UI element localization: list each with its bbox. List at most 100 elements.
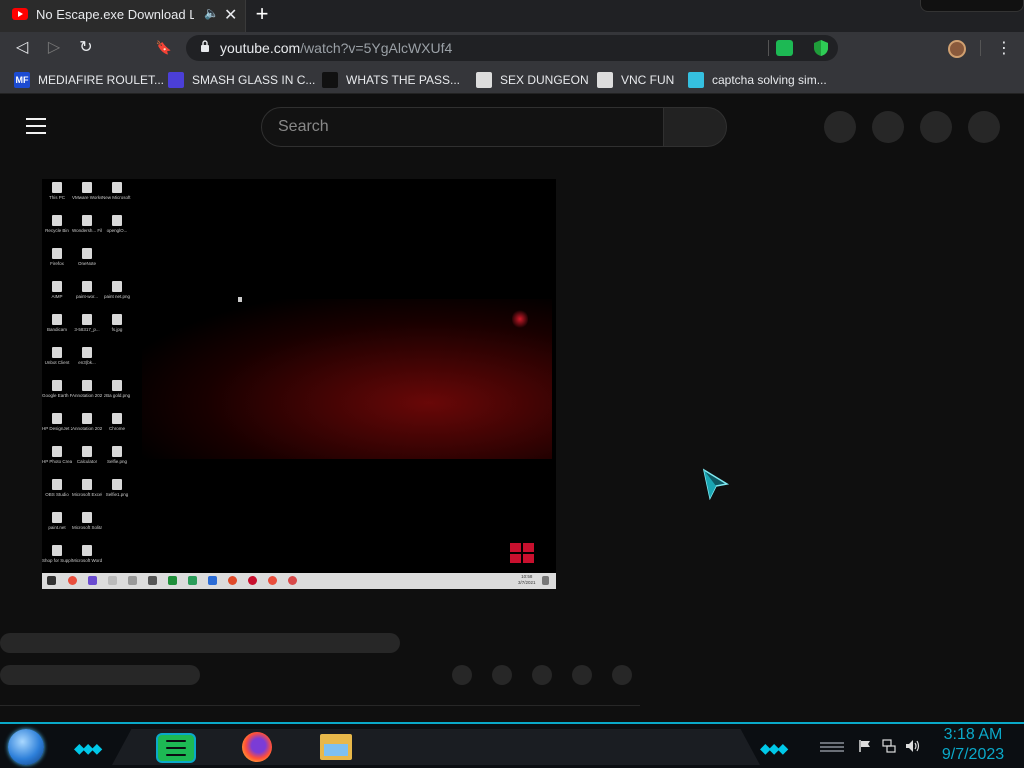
desktop-icon: New Microsoft ... (102, 182, 132, 210)
desktop-icon: Calculator (72, 446, 102, 474)
file-icon (112, 479, 122, 490)
desktop-icon-label: Microsoft Word (72, 558, 102, 563)
window-frame-decoration (920, 0, 1024, 12)
desktop-icon-label: Wondersh... Filmora9 (72, 228, 102, 233)
bookmark-page-button[interactable]: 🔖 (152, 36, 176, 60)
volume-icon[interactable] (905, 739, 921, 753)
desktop-icon-label: zBa gold.png (103, 393, 131, 398)
file-icon (82, 182, 92, 193)
app-icon (128, 576, 137, 585)
channel-placeholder (0, 665, 200, 685)
desktop-icon-label: paint net.png (103, 294, 131, 299)
profile-avatar[interactable] (948, 40, 966, 58)
desktop-icon-label: Recycle Bin (45, 228, 69, 233)
bookmark-item[interactable]: captcha solving sim... (688, 70, 827, 90)
desktop-icon-label: Annotation 2021-10... (72, 393, 102, 398)
bookmark-label: VNC FUN (621, 73, 675, 87)
app-icon (188, 576, 197, 585)
tray-overflow-icon[interactable] (820, 742, 844, 754)
hamburger-menu-icon[interactable] (26, 118, 46, 134)
desktop-icon: Recycle Bin (42, 215, 72, 243)
desktop-icon-label: This PC (48, 195, 65, 200)
spotify-taskbar-icon[interactable] (156, 733, 196, 763)
desktop-icon: HP DesignJet 2130 series (42, 413, 72, 441)
network-icon[interactable] (882, 739, 896, 753)
back-button[interactable]: ◁ (10, 36, 34, 60)
desktop-icon: Selfie.png (102, 446, 132, 474)
taskbar-clock-time[interactable]: 3:18 AM (928, 726, 1018, 744)
red-glow-region (142, 299, 552, 459)
firefox-taskbar-icon[interactable] (242, 732, 272, 762)
desktop-icon: Annotation 2021-10... (72, 380, 102, 408)
account-button-placeholder[interactable] (968, 111, 1000, 143)
file-icon (82, 479, 92, 490)
forward-button[interactable]: ▷ (42, 36, 66, 60)
bookmark-item[interactable]: VNC FUN (597, 70, 674, 90)
desktop-icon-label: openglO... (106, 228, 128, 233)
app-icon (108, 576, 117, 585)
toolbar-separator (980, 40, 981, 56)
desktop-icon: paint.net (42, 512, 72, 540)
apps-button-placeholder[interactable] (872, 111, 904, 143)
desktop-icon-label: HP DesignJet 2130 series (42, 426, 72, 431)
video-clock-date: 3/7/2021 (518, 580, 536, 585)
desktop-icon-label: Google Earth Pro (42, 393, 72, 398)
action-center-flag-icon[interactable] (858, 739, 872, 753)
desktop-icon-label: OneNote (77, 261, 96, 266)
action-placeholder (452, 665, 472, 685)
file-icon (52, 248, 62, 259)
desktop-icon-label: AIMP (51, 294, 63, 299)
action-placeholder (492, 665, 512, 685)
reload-button[interactable]: ↻ (74, 36, 98, 60)
bookmark-item[interactable]: SMASH GLASS IN C... (168, 70, 315, 90)
bookmark-item[interactable]: WHATS THE PASS... (322, 70, 460, 90)
search-button[interactable] (663, 107, 727, 147)
password-site-icon (322, 72, 338, 88)
desktop-icon-label: paint-wor... (75, 294, 98, 299)
bookmark-label: SEX DUNGEON (500, 73, 589, 87)
file-icon (112, 215, 122, 226)
desktop-icon-label: Selfie1.png (105, 492, 129, 497)
spotify-extension-icon[interactable] (776, 40, 793, 56)
search-input[interactable]: Search (261, 107, 664, 147)
speaker-icon[interactable]: 🔈 (204, 6, 219, 20)
desktop-icon: AIMP (42, 281, 72, 309)
tab-close-button[interactable]: ✕ (224, 5, 237, 25)
shield-extension-icon[interactable] (813, 39, 829, 57)
browser-menu-button[interactable]: ⋮ (996, 38, 1012, 58)
url-text[interactable]: youtube.com/watch?v=5YgAlcWXUf4 (220, 40, 452, 56)
notifications-button-placeholder[interactable] (920, 111, 952, 143)
ghost-icon (597, 72, 613, 88)
create-button-placeholder[interactable] (824, 111, 856, 143)
file-icon (112, 314, 122, 325)
file-icon (82, 248, 92, 259)
desktop-icon: paint net.png (102, 281, 132, 309)
file-icon (112, 380, 122, 391)
file-explorer-taskbar-icon[interactable] (320, 734, 352, 760)
file-icon (112, 182, 122, 193)
desktop-icon-label: 3-58317_p... (74, 327, 100, 332)
desktop-icon: Microsoft Word (72, 545, 102, 573)
app-icon (288, 576, 297, 585)
new-tab-button[interactable]: + (251, 3, 273, 26)
lock-icon[interactable] (200, 40, 210, 52)
file-icon (82, 347, 92, 358)
video-player[interactable]: This PC VMware Workstati...New Microsoft … (42, 179, 556, 589)
desktop-icon: Shop for Supplies ... (42, 545, 72, 573)
bookmark-item[interactable]: MF MEDIAFIRE ROULET... (14, 70, 164, 90)
taskbar-clock-date[interactable]: 9/7/2023 (928, 746, 1018, 764)
app-icon (88, 576, 97, 585)
desktop-icon-label: OBS Studio (45, 492, 69, 497)
video-desktop-taskbar: 10:58 3/7/2021 (42, 573, 556, 589)
desktop-icon-label: Shop for Supplies ... (42, 558, 72, 563)
taskbar-app-frame (112, 729, 760, 765)
app-icon (208, 576, 217, 585)
action-placeholder (532, 665, 552, 685)
url-path: /watch?v=5YgAlcWXUf4 (300, 40, 453, 56)
red-light-spot (512, 309, 528, 329)
desktop-icon: HP Photo Creations (42, 446, 72, 474)
file-icon (82, 512, 92, 523)
bookmark-item[interactable]: SEX DUNGEON (476, 70, 589, 90)
start-button[interactable] (8, 729, 44, 765)
file-icon (52, 347, 62, 358)
